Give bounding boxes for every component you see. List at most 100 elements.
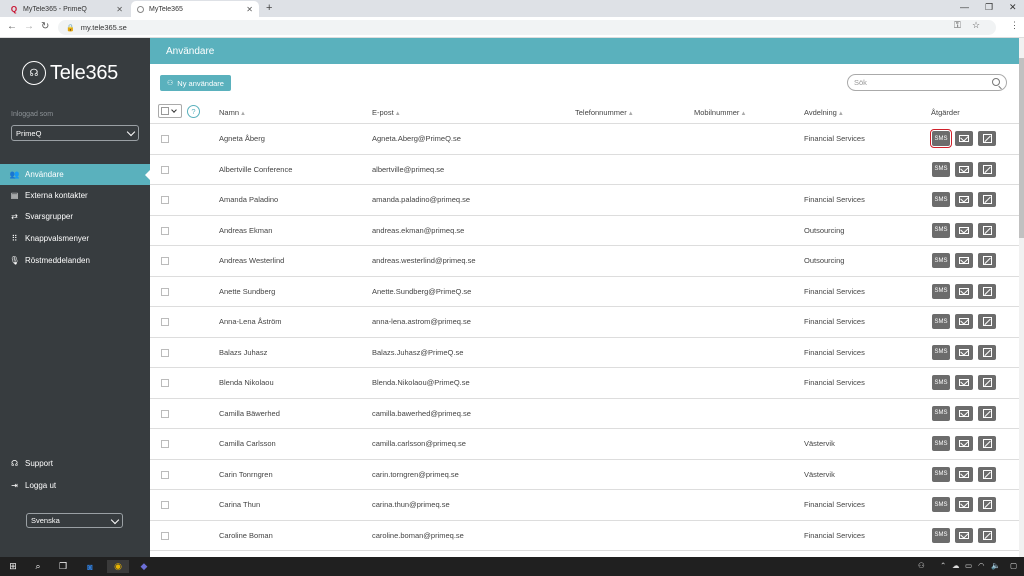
star-icon[interactable]: ☆: [972, 20, 980, 31]
sidebar-item-rostmeddelanden[interactable]: 🎙 Röstmeddelanden: [0, 250, 150, 271]
edit-user-button[interactable]: [978, 527, 996, 543]
send-sms-button[interactable]: SMS: [932, 222, 950, 238]
send-sms-button[interactable]: SMS: [932, 375, 950, 390]
edit-user-button[interactable]: [978, 436, 996, 451]
send-sms-button[interactable]: SMS: [932, 344, 950, 360]
row-checkbox[interactable]: [161, 165, 169, 174]
table-row[interactable]: Camilla Carlsson camilla.carlsson@primeq.…: [150, 429, 1019, 460]
minimize-icon[interactable]: —: [960, 2, 969, 12]
edit-user-button[interactable]: [978, 222, 996, 238]
send-email-button[interactable]: [955, 253, 973, 268]
table-row[interactable]: Andreas Westerlind andreas.westerlind@pri…: [150, 246, 1019, 277]
send-sms-button[interactable]: SMS: [932, 253, 950, 268]
row-checkbox[interactable]: [161, 287, 169, 296]
battery-icon[interactable]: ▭: [965, 561, 972, 570]
search-icon[interactable]: [992, 78, 1000, 86]
send-email-button[interactable]: [955, 131, 973, 146]
user-name[interactable]: Carina Thun: [219, 500, 260, 509]
table-row[interactable]: Camilla Bäwerhed camilla.bawerhed@primeq.…: [150, 399, 1019, 429]
scrollbar-thumb[interactable]: [1019, 58, 1024, 238]
send-sms-button[interactable]: SMS: [932, 161, 950, 177]
scrollbar[interactable]: [1019, 38, 1024, 557]
row-checkbox[interactable]: [161, 409, 169, 418]
sidebar-item-support[interactable]: ☊ Support: [0, 453, 150, 474]
table-row[interactable]: Carin Tonrngren carin.torngren@primeq.se V…: [150, 460, 1019, 490]
sidebar-item-svarsgrupper[interactable]: ⇄ Svarsgrupper: [0, 206, 150, 227]
user-name[interactable]: Blenda Nikolaou: [219, 378, 274, 387]
edit-user-button[interactable]: [978, 161, 996, 177]
people-icon[interactable]: ⚇: [918, 561, 925, 570]
table-row[interactable]: Anna-Lena Åström anna-lena.astrom@primeq.…: [150, 307, 1019, 338]
browser-tab-mytele365[interactable]: MyTele365 ✕: [131, 1, 259, 17]
user-name[interactable]: Camilla Carlsson: [219, 439, 276, 448]
user-name[interactable]: Anette Sundberg: [219, 287, 275, 296]
volume-icon[interactable]: 🔈: [991, 561, 1000, 570]
send-email-button[interactable]: [955, 466, 973, 482]
restore-icon[interactable]: ❐: [985, 2, 993, 13]
user-name[interactable]: Anna-Lena Åström: [219, 317, 282, 326]
sidebar-item-knappvalsmenyer[interactable]: ⠿ Knappvalsmenyer: [0, 228, 150, 249]
table-row[interactable]: Balazs Juhasz Balazs.Juhasz@PrimeQ.se Fina…: [150, 338, 1019, 368]
send-sms-button[interactable]: SMS: [932, 527, 950, 543]
search-input[interactable]: Sök: [847, 74, 1007, 91]
edit-user-button[interactable]: [978, 283, 996, 299]
row-checkbox[interactable]: [161, 257, 169, 265]
user-name[interactable]: Albertville Conference: [219, 165, 292, 174]
back-arrow-icon[interactable]: ←: [7, 21, 17, 32]
send-sms-button[interactable]: SMS: [932, 436, 950, 451]
send-email-button[interactable]: [955, 405, 973, 421]
send-email-button[interactable]: [955, 375, 973, 390]
user-name[interactable]: Andreas Ekman: [219, 226, 272, 235]
row-checkbox[interactable]: [161, 379, 169, 387]
table-row[interactable]: Blenda Nikolaou Blenda.Nikolaou@PrimeQ.se…: [150, 368, 1019, 399]
send-email-button[interactable]: [955, 344, 973, 360]
row-checkbox[interactable]: [161, 318, 169, 326]
user-name[interactable]: Andreas Westerlind: [219, 256, 284, 265]
send-sms-button[interactable]: SMS: [932, 497, 950, 512]
column-header-avdelning[interactable]: Avdelning▲: [804, 108, 844, 117]
user-name[interactable]: Caroline Boman: [219, 531, 273, 540]
windows-start-icon[interactable]: ⊞: [6, 560, 20, 573]
send-email-button[interactable]: [955, 283, 973, 299]
user-name[interactable]: Carin Tonrngren: [219, 470, 273, 479]
row-checkbox[interactable]: [161, 196, 169, 204]
send-email-button[interactable]: [955, 192, 973, 207]
send-email-button[interactable]: [955, 436, 973, 451]
menu-dots-icon[interactable]: ⋮: [1010, 20, 1019, 31]
user-name[interactable]: Camilla Bäwerhed: [219, 409, 280, 418]
select-all-dropdown[interactable]: [158, 104, 182, 118]
table-row[interactable]: Andreas Ekman andreas.ekman@primeq.se Outs…: [150, 216, 1019, 246]
edit-user-button[interactable]: [978, 375, 996, 390]
send-email-button[interactable]: [955, 527, 973, 543]
new-tab-icon[interactable]: +: [266, 2, 272, 14]
user-name[interactable]: Agneta Åberg: [219, 134, 265, 143]
notifications-icon[interactable]: ▢: [1010, 561, 1017, 570]
row-checkbox[interactable]: [161, 226, 169, 235]
row-checkbox[interactable]: [161, 440, 169, 448]
send-sms-button[interactable]: SMS: [932, 283, 950, 299]
cloud-icon[interactable]: ☁: [952, 561, 960, 570]
send-email-button[interactable]: [955, 161, 973, 177]
table-row[interactable]: Caroline Boman caroline.boman@primeq.se Fi…: [150, 521, 1019, 551]
new-user-button[interactable]: ⚇ Ny användare: [160, 75, 231, 91]
language-select[interactable]: Svenska: [26, 513, 123, 528]
window-close-icon[interactable]: ✕: [1009, 2, 1017, 13]
chrome-icon[interactable]: ◉: [107, 560, 129, 573]
browser-tab-primeq[interactable]: Q MyTele365 - PrimeQ ✕: [4, 1, 129, 17]
send-sms-button[interactable]: SMS: [932, 192, 950, 207]
reload-icon[interactable]: ↻: [41, 21, 49, 32]
column-header-mobilnummer[interactable]: Mobilnummer▲: [694, 108, 746, 117]
table-row[interactable]: Amanda Paladino amanda.paladino@primeq.se…: [150, 185, 1019, 216]
sidebar-item-externa-kontakter[interactable]: ▤ Externa kontakter: [0, 185, 150, 206]
table-row[interactable]: Albertville Conference albertville@primeq…: [150, 155, 1019, 185]
url-field[interactable]: 🔒 my.tele365.se: [58, 20, 996, 35]
user-name[interactable]: Amanda Paladino: [219, 195, 278, 204]
row-checkbox[interactable]: [161, 501, 169, 509]
teams-icon[interactable]: ◆: [136, 560, 152, 573]
column-header-namn[interactable]: Namn▲: [219, 108, 246, 117]
edit-user-button[interactable]: [978, 192, 996, 207]
row-checkbox[interactable]: [161, 531, 169, 540]
task-view-icon[interactable]: ❒: [56, 560, 70, 573]
close-icon[interactable]: ✕: [116, 5, 123, 14]
send-email-button[interactable]: [955, 222, 973, 238]
